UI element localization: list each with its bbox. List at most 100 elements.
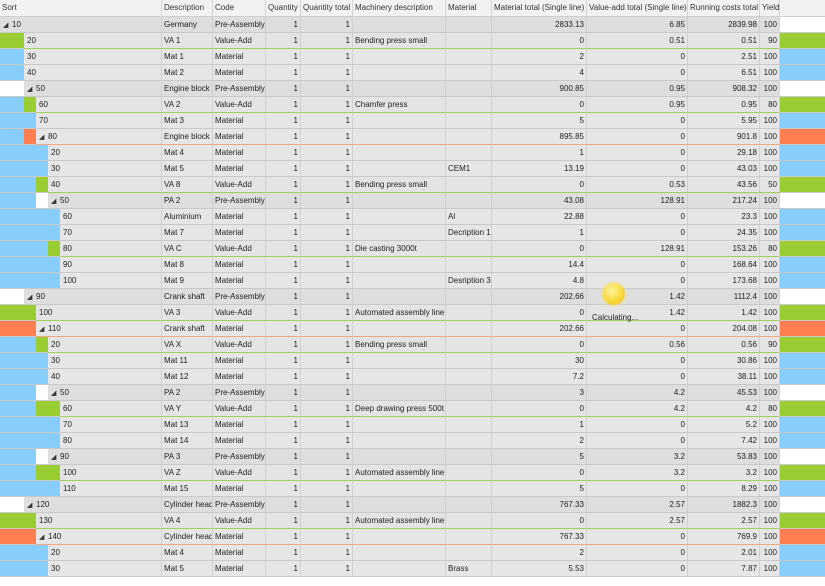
code-cell[interactable]: Material [213,321,266,337]
yield-cell[interactable]: 100 [760,81,780,97]
material-total-cell[interactable]: 2833.13 [492,17,587,33]
value-add-total-cell[interactable]: 2.57 [587,513,688,529]
material-cell[interactable]: Al [446,209,492,225]
yield-cell[interactable]: 100 [760,369,780,385]
table-row[interactable]: 70 Mat 3 Material 1 1 5 0 5.95 100 [0,113,825,129]
quantity-cell[interactable]: 1 [266,465,301,481]
quantity-total-cell[interactable]: 1 [301,369,353,385]
quantity-cell[interactable]: 1 [266,97,301,113]
machinery-description-cell[interactable] [353,529,446,545]
quantity-cell[interactable]: 1 [266,209,301,225]
description-cell[interactable]: VA C [162,241,213,257]
quantity-cell[interactable]: 1 [266,81,301,97]
machinery-description-cell[interactable] [353,449,446,465]
description-cell[interactable]: Mat 4 [162,545,213,561]
machinery-description-cell[interactable] [353,161,446,177]
running-costs-cell[interactable]: 5.2 [688,417,760,433]
quantity-total-cell[interactable]: 1 [301,33,353,49]
description-cell[interactable]: VA Y [162,401,213,417]
running-costs-cell[interactable]: 7.87 [688,561,760,577]
table-row[interactable]: 20 Mat 4 Material 1 1 1 0 29.18 100 [0,145,825,161]
machinery-description-cell[interactable] [353,289,446,305]
value-add-total-cell[interactable]: 0 [587,161,688,177]
sort-cell[interactable]: 70 [60,417,162,433]
col-yield-header[interactable]: Yield [760,0,780,16]
material-cell[interactable] [446,481,492,497]
material-total-cell[interactable]: 1 [492,225,587,241]
material-total-cell[interactable]: 767.33 [492,497,587,513]
quantity-cell[interactable]: 1 [266,385,301,401]
table-row[interactable]: ◢ 80 Engine block Material 1 1 895.85 0 901.8 100 [0,129,825,145]
yield-cell[interactable]: 100 [760,417,780,433]
table-row[interactable]: 60 VA Y Value-Add 1 1 Deep drawing press 500t… [0,401,825,417]
description-cell[interactable]: Mat 15 [162,481,213,497]
yield-cell[interactable]: 100 [760,273,780,289]
quantity-cell[interactable]: 1 [266,273,301,289]
yield-cell[interactable]: 50 [760,177,780,193]
quantity-cell[interactable]: 1 [266,129,301,145]
machinery-description-cell[interactable] [353,417,446,433]
sort-cell[interactable]: 30 [24,49,162,65]
material-cell[interactable] [446,177,492,193]
col-quantity-total-header[interactable]: Quantity total [301,0,353,16]
expand-collapse-icon[interactable]: ◢ [39,322,48,336]
table-row[interactable]: ◢ 50 PA 2 Pre-Assembly 1 1 3 4.2 45.53 100 [0,385,825,401]
running-costs-cell[interactable]: 2839.98 [688,17,760,33]
expand-collapse-icon[interactable]: ◢ [39,130,48,144]
quantity-cell[interactable]: 1 [266,481,301,497]
material-total-cell[interactable]: 7.2 [492,369,587,385]
quantity-total-cell[interactable]: 1 [301,561,353,577]
quantity-cell[interactable]: 1 [266,321,301,337]
material-total-cell[interactable]: 1 [492,417,587,433]
quantity-cell[interactable]: 1 [266,337,301,353]
description-cell[interactable]: Cylinder head [162,529,213,545]
material-total-cell[interactable]: 13.19 [492,161,587,177]
material-total-cell[interactable]: 5 [492,449,587,465]
quantity-total-cell[interactable]: 1 [301,113,353,129]
value-add-total-cell[interactable]: 0 [587,225,688,241]
quantity-total-cell[interactable]: 1 [301,49,353,65]
col-running-costs-header[interactable]: Running costs total [688,0,760,16]
table-row[interactable]: 70 Mat 13 Material 1 1 1 0 5.2 100 [0,417,825,433]
table-row[interactable]: ◢ 10 Germany Pre-Assembly 1 1 2833.13 6.85 2839.… [0,17,825,33]
material-total-cell[interactable]: 900.85 [492,81,587,97]
description-cell[interactable]: Mat 4 [162,145,213,161]
machinery-description-cell[interactable] [353,65,446,81]
value-add-total-cell[interactable]: 0.95 [587,81,688,97]
running-costs-cell[interactable]: 173.68 [688,273,760,289]
sort-cell[interactable]: 70 [36,113,162,129]
description-cell[interactable]: Mat 1 [162,49,213,65]
quantity-total-cell[interactable]: 1 [301,65,353,81]
description-cell[interactable]: Engine block [162,81,213,97]
code-cell[interactable]: Pre-Assembly [213,17,266,33]
table-row[interactable]: 110 Mat 15 Material 1 1 5 0 8.29 100 [0,481,825,497]
quantity-total-cell[interactable]: 1 [301,273,353,289]
code-cell[interactable]: Material [213,545,266,561]
sort-cell[interactable]: 20 [24,33,162,49]
table-row[interactable]: 130 VA 4 Value-Add 1 1 Automated assembly lin… [0,513,825,529]
quantity-total-cell[interactable]: 1 [301,385,353,401]
value-add-total-cell[interactable]: 0.56 [587,337,688,353]
machinery-description-cell[interactable] [353,113,446,129]
value-add-total-cell[interactable]: 0.51 [587,33,688,49]
expand-collapse-icon[interactable]: ◢ [3,18,12,32]
sort-cell[interactable]: 40 [48,369,162,385]
quantity-total-cell[interactable]: 1 [301,177,353,193]
sort-cell[interactable]: ◢ 50 [48,385,162,401]
material-cell[interactable] [446,369,492,385]
yield-cell[interactable]: 100 [760,193,780,209]
running-costs-cell[interactable]: 45.53 [688,385,760,401]
material-total-cell[interactable]: 202.66 [492,321,587,337]
code-cell[interactable]: Material [213,369,266,385]
running-costs-cell[interactable]: 2.01 [688,545,760,561]
machinery-description-cell[interactable] [353,369,446,385]
value-add-total-cell[interactable]: 3.2 [587,465,688,481]
col-description-header[interactable]: Description [162,0,213,16]
material-cell[interactable]: Desription 3 [446,273,492,289]
value-add-total-cell[interactable]: 128.91 [587,241,688,257]
yield-cell[interactable]: 100 [760,113,780,129]
quantity-total-cell[interactable]: 1 [301,353,353,369]
table-row[interactable]: 20 VA 1 Value-Add 1 1 Bending press small 0 0.5… [0,33,825,49]
running-costs-cell[interactable]: 901.8 [688,129,760,145]
yield-cell[interactable]: 100 [760,225,780,241]
